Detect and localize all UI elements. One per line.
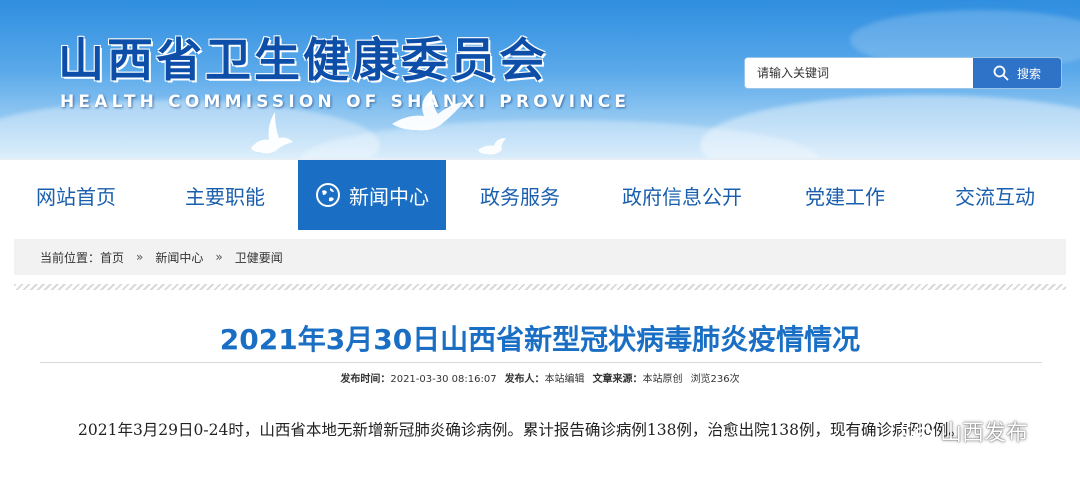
publish-time-label: 发布时间： — [340, 374, 391, 385]
search-button-label: 搜索 — [1016, 66, 1041, 81]
article-body: 2021年3月29日0-24时，山西省本地无新增新冠肺炎确诊病例。累计报告确诊病… — [78, 421, 964, 439]
nav-item-home[interactable]: 网站首页 — [0, 160, 152, 230]
search-box: 搜索 — [744, 57, 1062, 89]
site-title: 山西省卫生健康委员会 — [58, 33, 548, 87]
globe-icon — [316, 183, 340, 207]
breadcrumb-bar: 当前位置： 首页 » 新闻中心 » 卫健要闻 — [14, 239, 1066, 275]
nav-item-label: 主要职能 — [185, 184, 265, 209]
divider — [40, 362, 1042, 363]
search-button[interactable]: 搜索 — [973, 58, 1061, 88]
publish-time: 2021-03-30 08:16:07 — [390, 374, 497, 385]
article-meta: 发布时间：2021-03-30 08:16:07 发布人：本站编辑 文章来源：本站原… — [0, 370, 1080, 385]
breadcrumb-separator: » — [136, 250, 144, 264]
divider — [14, 284, 1066, 290]
publisher-label: 发布人： — [504, 374, 545, 385]
nav-item-functions[interactable]: 主要职能 — [152, 160, 298, 230]
breadcrumb-prefix: 当前位置： — [40, 250, 101, 265]
article-title: 2021年3月30日山西省新型冠状病毒肺炎疫情情况 — [219, 323, 861, 356]
site-subtitle: HEALTH COMMISSION OF SHANXI PROVINCE — [60, 92, 631, 112]
publisher: 本站编辑 — [544, 374, 585, 385]
breadcrumb-link-health-news[interactable]: 卫健要闻 — [235, 249, 283, 266]
dove-icon — [392, 90, 464, 131]
wechat-icon — [901, 418, 933, 443]
breadcrumb: 当前位置： 首页 » 新闻中心 » 卫健要闻 — [40, 239, 283, 275]
dove-icon — [478, 138, 506, 155]
watermark-text: 山西发布 — [940, 421, 1029, 446]
watermark: 山西发布 — [900, 413, 1028, 449]
breadcrumb-link-news[interactable]: 新闻中心 — [155, 249, 203, 266]
nav-item-label: 交流互动 — [955, 184, 1035, 209]
breadcrumb-link-home[interactable]: 首页 — [100, 249, 124, 266]
nav-item-label: 网站首页 — [36, 184, 116, 209]
dove-icon — [251, 112, 293, 154]
breadcrumb-separator: » — [215, 250, 223, 264]
nav-item-label: 新闻中心 — [349, 184, 429, 209]
nav-item-label: 政府信息公开 — [622, 184, 742, 209]
nav-item-info-disclosure[interactable]: 政府信息公开 — [594, 160, 770, 230]
search-input[interactable] — [745, 58, 973, 88]
nav-item-label: 党建工作 — [805, 184, 885, 209]
nav-item-label: 政务服务 — [480, 184, 560, 209]
main-nav: 网站首页 主要职能 新闻中心 政务服务 政府信息公开 党建工作 交流互动 — [0, 158, 1080, 230]
nav-item-interaction[interactable]: 交流互动 — [920, 160, 1070, 230]
view-count: 浏览236次 — [690, 374, 740, 385]
nav-item-news[interactable]: 新闻中心 — [298, 160, 446, 230]
cloud-decoration — [700, 95, 1080, 158]
nav-item-services[interactable]: 政务服务 — [446, 160, 594, 230]
nav-item-party-building[interactable]: 党建工作 — [770, 160, 920, 230]
search-icon — [993, 65, 1009, 81]
site-header: 山西省卫生健康委员会 HEALTH COMMISSION OF SHANXI P… — [0, 0, 1080, 158]
source: 本站原创 — [642, 374, 683, 385]
source-label: 文章来源： — [592, 374, 643, 385]
